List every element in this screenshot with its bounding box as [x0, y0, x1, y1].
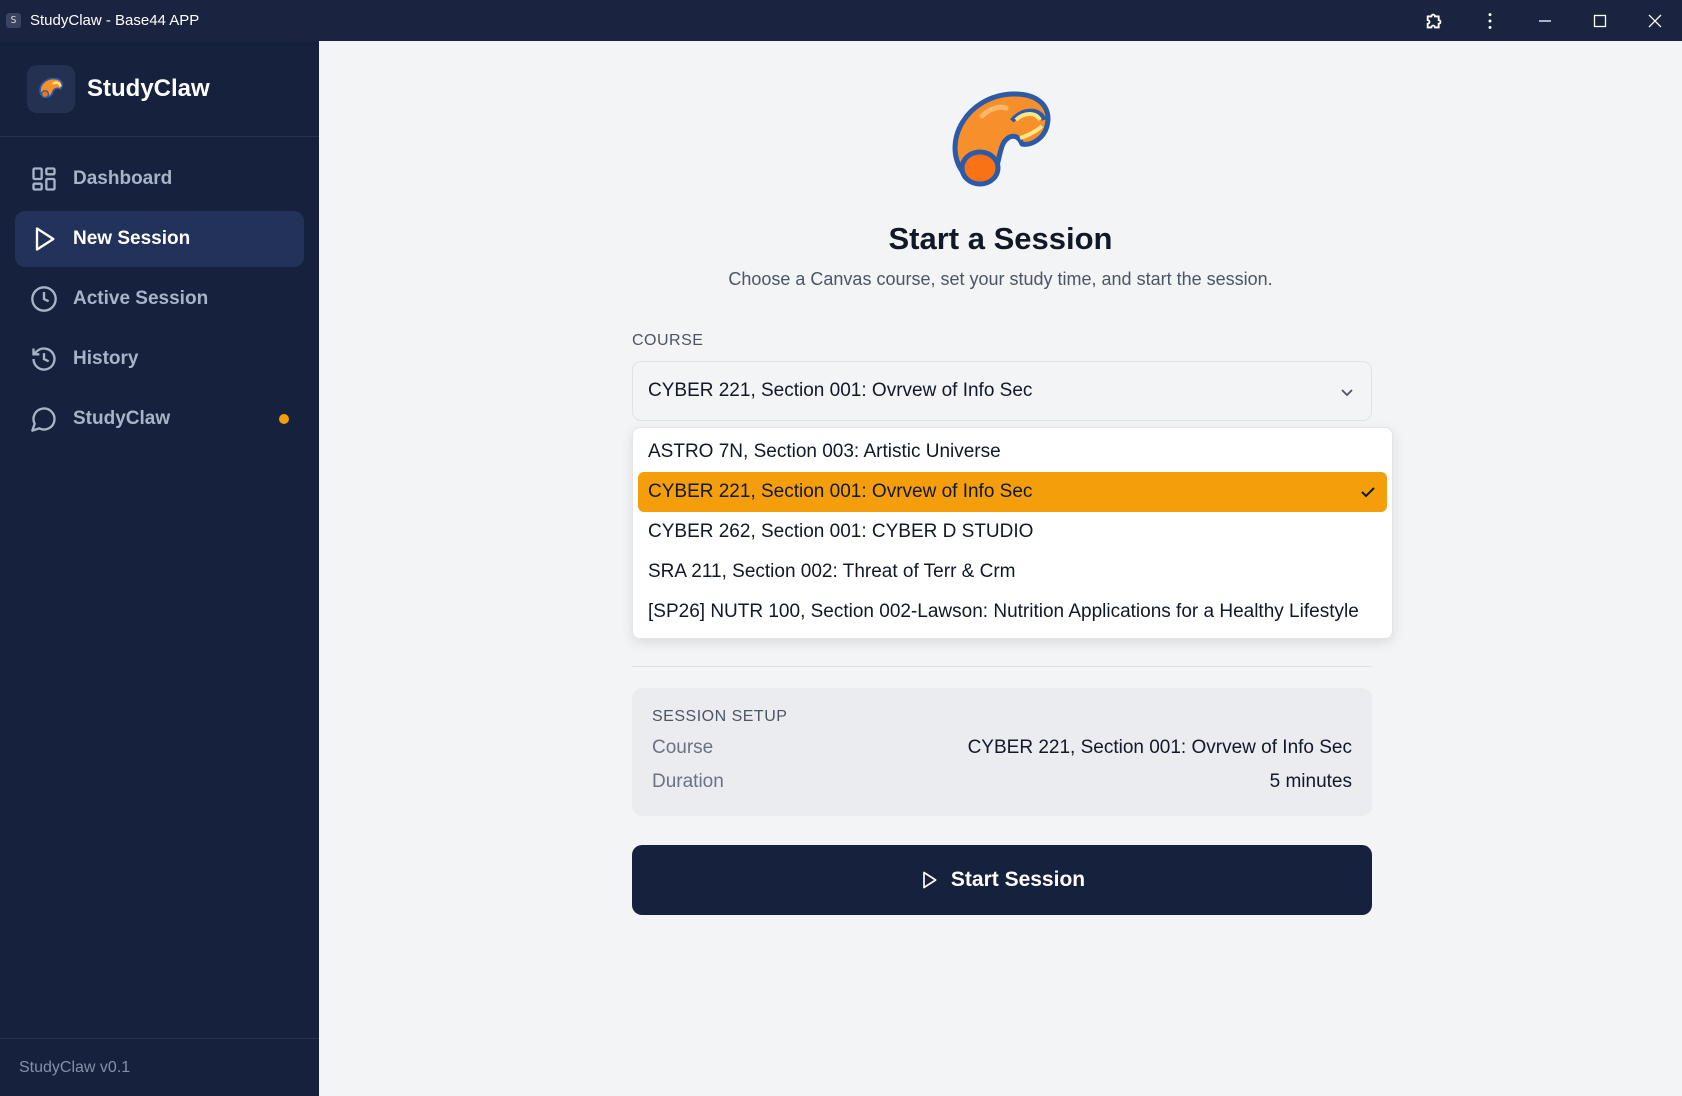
extensions-icon[interactable]	[1407, 0, 1462, 41]
sidebar-item-label: StudyClaw	[73, 408, 171, 429]
check-icon	[1359, 483, 1377, 507]
sidebar-nav: Dashboard New Session Active Session His…	[0, 137, 319, 447]
sidebar-item-active-session[interactable]: Active Session	[15, 271, 304, 327]
start-session-button[interactable]: Start Session	[632, 845, 1372, 915]
course-option[interactable]: CYBER 262, Section 001: CYBER D STUDIO	[638, 512, 1387, 552]
maximize-icon[interactable]	[1572, 0, 1627, 41]
setup-course-key: Course	[652, 737, 714, 758]
sidebar-item-studyclaw[interactable]: StudyClaw	[15, 391, 304, 447]
divider	[632, 666, 1372, 667]
setup-duration-value: 5 minutes	[1269, 771, 1352, 792]
window-titlebar: S StudyClaw - Base44 APP	[0, 0, 1682, 41]
sidebar-item-history[interactable]: History	[15, 331, 304, 387]
sidebar-item-label: New Session	[73, 228, 191, 249]
more-options-icon[interactable]	[1462, 0, 1517, 41]
notification-dot	[279, 414, 289, 424]
setup-row-duration: Duration 5 minutes	[652, 771, 1352, 793]
course-option[interactable]: SRA 211, Section 002: Threat of Terr & C…	[638, 552, 1387, 592]
sidebar: StudyClaw Dashboard New Session Active S…	[0, 41, 319, 1096]
clock-icon	[29, 284, 59, 314]
chat-icon	[29, 404, 59, 434]
setup-row-course: Course CYBER 221, Section 001: Ovrvew of…	[652, 737, 1352, 759]
minimize-icon[interactable]	[1517, 0, 1572, 41]
grid-icon	[29, 164, 59, 194]
session-setup-panel: SESSION SETUP Course CYBER 221, Section …	[632, 688, 1372, 816]
sidebar-item-label: Dashboard	[73, 168, 173, 189]
course-select-value: CYBER 221, Section 001: Ovrvew of Info S…	[648, 380, 1033, 401]
course-label: COURSE	[632, 332, 704, 349]
course-dropdown: ASTRO 7N, Section 003: Artistic Universe…	[632, 427, 1393, 639]
page-title: Start a Session	[888, 221, 1113, 256]
sidebar-item-new-session[interactable]: New Session	[15, 211, 304, 267]
play-icon	[923, 871, 937, 889]
option-label: [SP26] NUTR 100, Section 002-Lawson: Nut…	[648, 601, 1359, 622]
sidebar-item-label: Active Session	[73, 288, 209, 309]
start-session-label: Start Session	[950, 868, 1086, 891]
sidebar-item-label: History	[73, 348, 139, 369]
option-label: CYBER 221, Section 001: Ovrvew of Info S…	[648, 481, 1033, 502]
main-content: Start a Session Choose a Canvas course, …	[319, 41, 1682, 1096]
course-option[interactable]: ASTRO 7N, Section 003: Artistic Universe	[638, 432, 1387, 472]
course-option[interactable]: [SP26] NUTR 100, Section 002-Lawson: Nut…	[638, 592, 1387, 632]
course-option-selected[interactable]: CYBER 221, Section 001: Ovrvew of Info S…	[638, 472, 1387, 512]
sidebar-item-dashboard[interactable]: Dashboard	[15, 151, 304, 207]
claw-logo-icon	[27, 64, 75, 113]
play-icon	[29, 224, 59, 254]
page-subtitle: Choose a Canvas course, set your study t…	[728, 269, 1273, 289]
session-setup-title: SESSION SETUP	[652, 708, 788, 725]
close-icon[interactable]	[1627, 0, 1682, 41]
course-select[interactable]: CYBER 221, Section 001: Ovrvew of Info S…	[632, 361, 1372, 421]
option-label: ASTRO 7N, Section 003: Artistic Universe	[648, 441, 1001, 462]
brand-name: StudyClaw	[87, 74, 210, 102]
brand: StudyClaw	[0, 41, 319, 137]
option-label: CYBER 262, Section 001: CYBER D STUDIO	[648, 521, 1034, 542]
setup-duration-key: Duration	[652, 771, 724, 792]
history-icon	[29, 344, 59, 374]
setup-course-value: CYBER 221, Section 001: Ovrvew of Info S…	[967, 737, 1352, 758]
option-label: SRA 211, Section 002: Threat of Terr & C…	[648, 561, 1016, 582]
claw-hero-icon	[942, 86, 1067, 196]
window-title: StudyClaw - Base44 APP	[30, 12, 200, 29]
chevron-down-icon	[1339, 384, 1355, 406]
app-icon: S	[6, 13, 21, 28]
version-label: StudyClaw v0.1	[0, 1038, 319, 1096]
